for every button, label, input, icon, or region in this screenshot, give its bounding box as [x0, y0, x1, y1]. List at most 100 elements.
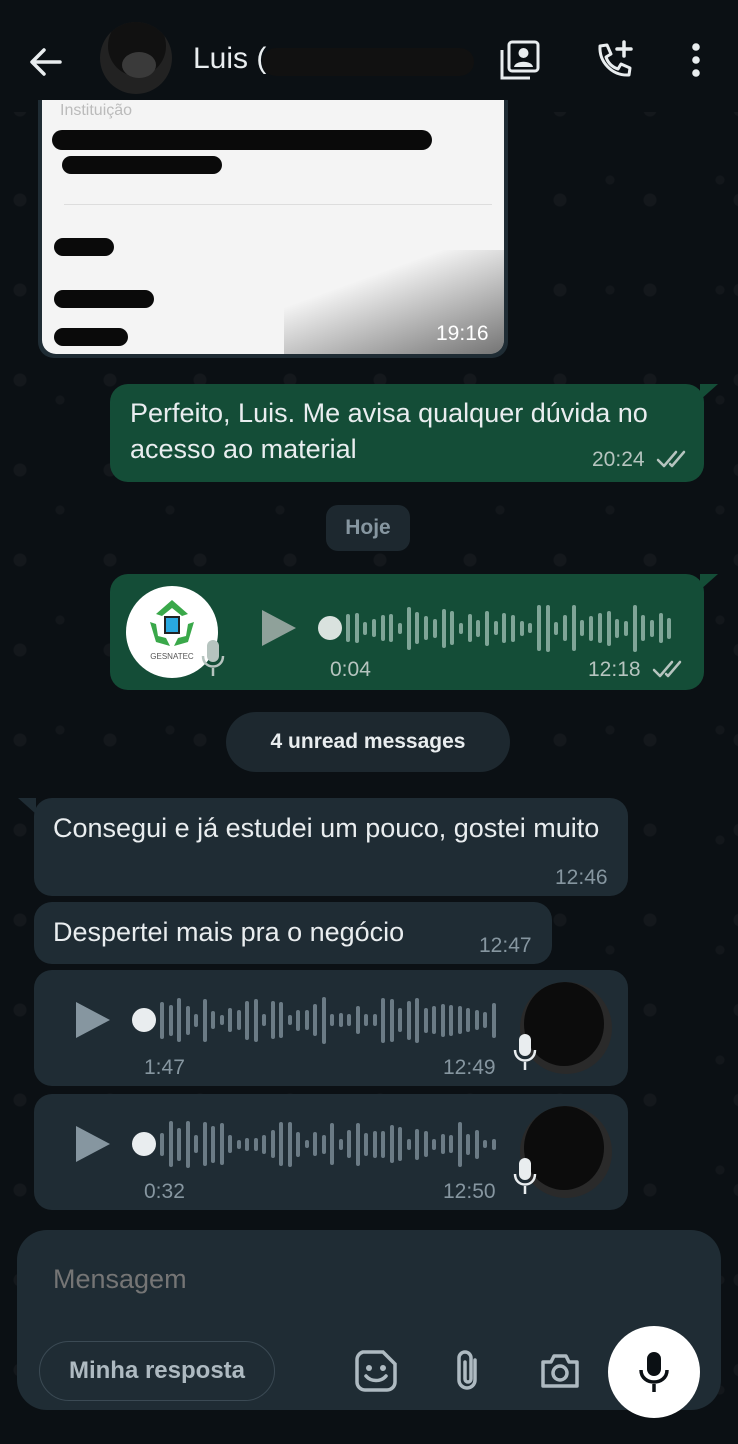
- waveform[interactable]: [346, 598, 676, 658]
- waveform-bar: [347, 1014, 351, 1026]
- contact-card-icon[interactable]: [498, 38, 542, 82]
- back-arrow-icon[interactable]: [26, 42, 66, 82]
- document-preview: Instituição: [42, 100, 504, 354]
- more-options-icon[interactable]: [674, 38, 718, 82]
- waveform-bar: [571, 605, 576, 651]
- suggested-reply-chip[interactable]: Minha resposta: [39, 1341, 275, 1401]
- waveform-bar: [415, 1128, 419, 1160]
- waveform-bar: [253, 1137, 258, 1151]
- waveform-bar: [330, 1123, 334, 1165]
- playback-dot[interactable]: [132, 1132, 156, 1156]
- waveform-bar: [364, 1132, 368, 1156]
- message-text: Consegui e já estudei um pouco, gostei m…: [53, 813, 600, 843]
- waveform-bar: [457, 1121, 462, 1167]
- voice-duration: 1:47: [144, 1056, 185, 1079]
- incoming-text-bubble[interactable]: Despertei mais pra o negócio 12:47: [34, 902, 552, 964]
- waveform-bar: [484, 610, 489, 646]
- waveform-bar: [321, 996, 326, 1044]
- waveform-bar: [493, 621, 498, 635]
- waveform-bar: [476, 619, 481, 637]
- waveform-bar: [185, 1005, 190, 1035]
- camera-icon[interactable]: [537, 1348, 583, 1394]
- waveform-bar: [563, 615, 568, 641]
- voice-duration: 0:04: [330, 658, 371, 681]
- waveform-bar: [406, 606, 411, 650]
- waveform-bar: [296, 1009, 300, 1031]
- waveform-bar: [423, 1007, 428, 1033]
- waveform-bar: [432, 1006, 436, 1034]
- waveform-bar: [355, 1122, 360, 1166]
- waveform-bar: [528, 623, 533, 633]
- waveform-bar: [236, 1139, 241, 1149]
- waveform[interactable]: [160, 1114, 500, 1174]
- waveform-bar: [160, 1001, 164, 1039]
- contact-avatar[interactable]: [100, 22, 172, 94]
- waveform-bar: [491, 1002, 496, 1038]
- document-message-bubble[interactable]: Instituição: [38, 100, 508, 358]
- waveform-bar: [449, 1135, 453, 1153]
- waveform-bar: [270, 1130, 275, 1158]
- waveform[interactable]: [160, 990, 500, 1050]
- waveform-bar: [338, 1138, 343, 1150]
- mic-button[interactable]: [608, 1326, 700, 1418]
- waveform-bar: [554, 621, 559, 635]
- waveform-bar: [440, 1134, 445, 1154]
- waveform-bar: [519, 620, 524, 636]
- waveform-bar: [245, 1137, 249, 1151]
- waveform-bar: [287, 1015, 292, 1025]
- waveform-bar: [313, 1004, 317, 1036]
- add-call-icon[interactable]: [592, 38, 636, 82]
- waveform-bar: [415, 997, 419, 1043]
- waveform-bar: [194, 1013, 198, 1027]
- waveform-bar: [474, 1129, 479, 1159]
- attach-icon[interactable]: [445, 1348, 491, 1394]
- waveform-bar: [363, 621, 368, 635]
- waveform-bar: [398, 1008, 402, 1032]
- waveform-bar: [424, 616, 429, 640]
- waveform-bar: [606, 610, 611, 646]
- waveform-bar: [398, 1127, 402, 1161]
- waveform-bar: [296, 1131, 300, 1157]
- waveform-bar: [458, 622, 463, 634]
- waveform-bar: [168, 1004, 173, 1036]
- waveform-bar: [245, 1000, 249, 1040]
- waveform-bar: [467, 614, 472, 642]
- playback-dot[interactable]: [132, 1008, 156, 1032]
- playback-dot[interactable]: [318, 616, 342, 640]
- waveform-bar: [304, 1140, 309, 1148]
- unread-separator: 4 unread messages: [226, 712, 510, 772]
- waveform-bar: [545, 604, 550, 652]
- message-input[interactable]: [53, 1264, 613, 1295]
- play-icon[interactable]: [70, 1122, 114, 1166]
- play-icon[interactable]: [70, 998, 114, 1042]
- waveform-bar: [338, 1013, 343, 1027]
- waveform-bar: [253, 998, 258, 1042]
- waveform-bar: [389, 614, 394, 642]
- outgoing-text-bubble[interactable]: Perfeito, Luis. Me avisa qualquer dúvida…: [110, 384, 704, 482]
- waveform-bar: [398, 622, 403, 634]
- waveform-bar: [440, 1003, 445, 1037]
- document-field-label: Instituição: [60, 102, 133, 119]
- waveform-bar: [347, 1130, 351, 1158]
- waveform-bar: [381, 1130, 385, 1158]
- waveform-bar: [219, 1015, 224, 1025]
- waveform-bar: [432, 1138, 436, 1150]
- message-time: 19:16: [436, 322, 489, 345]
- outgoing-voice-bubble[interactable]: GESNATEC 0:04 12:18: [110, 574, 704, 690]
- incoming-voice-bubble[interactable]: 1:47 12:49: [34, 970, 628, 1086]
- incoming-voice-bubble[interactable]: 0:32 12:50: [34, 1094, 628, 1210]
- play-icon[interactable]: [256, 606, 300, 650]
- sticker-icon[interactable]: [353, 1348, 399, 1394]
- waveform-bar: [449, 1004, 453, 1036]
- message-time: 12:18: [588, 658, 641, 681]
- waveform-bar: [194, 1135, 198, 1153]
- waveform-bar: [502, 613, 507, 643]
- incoming-text-bubble[interactable]: Consegui e já estudei um pouco, gostei m…: [34, 798, 628, 896]
- voice-duration: 0:32: [144, 1180, 185, 1203]
- waveform-bar: [279, 1002, 283, 1038]
- waveform-bar: [372, 1014, 377, 1026]
- waveform-bar: [423, 1131, 428, 1157]
- waveform-bar: [346, 614, 350, 642]
- waveform-bar: [380, 615, 385, 641]
- waveform-bar: [321, 1134, 326, 1154]
